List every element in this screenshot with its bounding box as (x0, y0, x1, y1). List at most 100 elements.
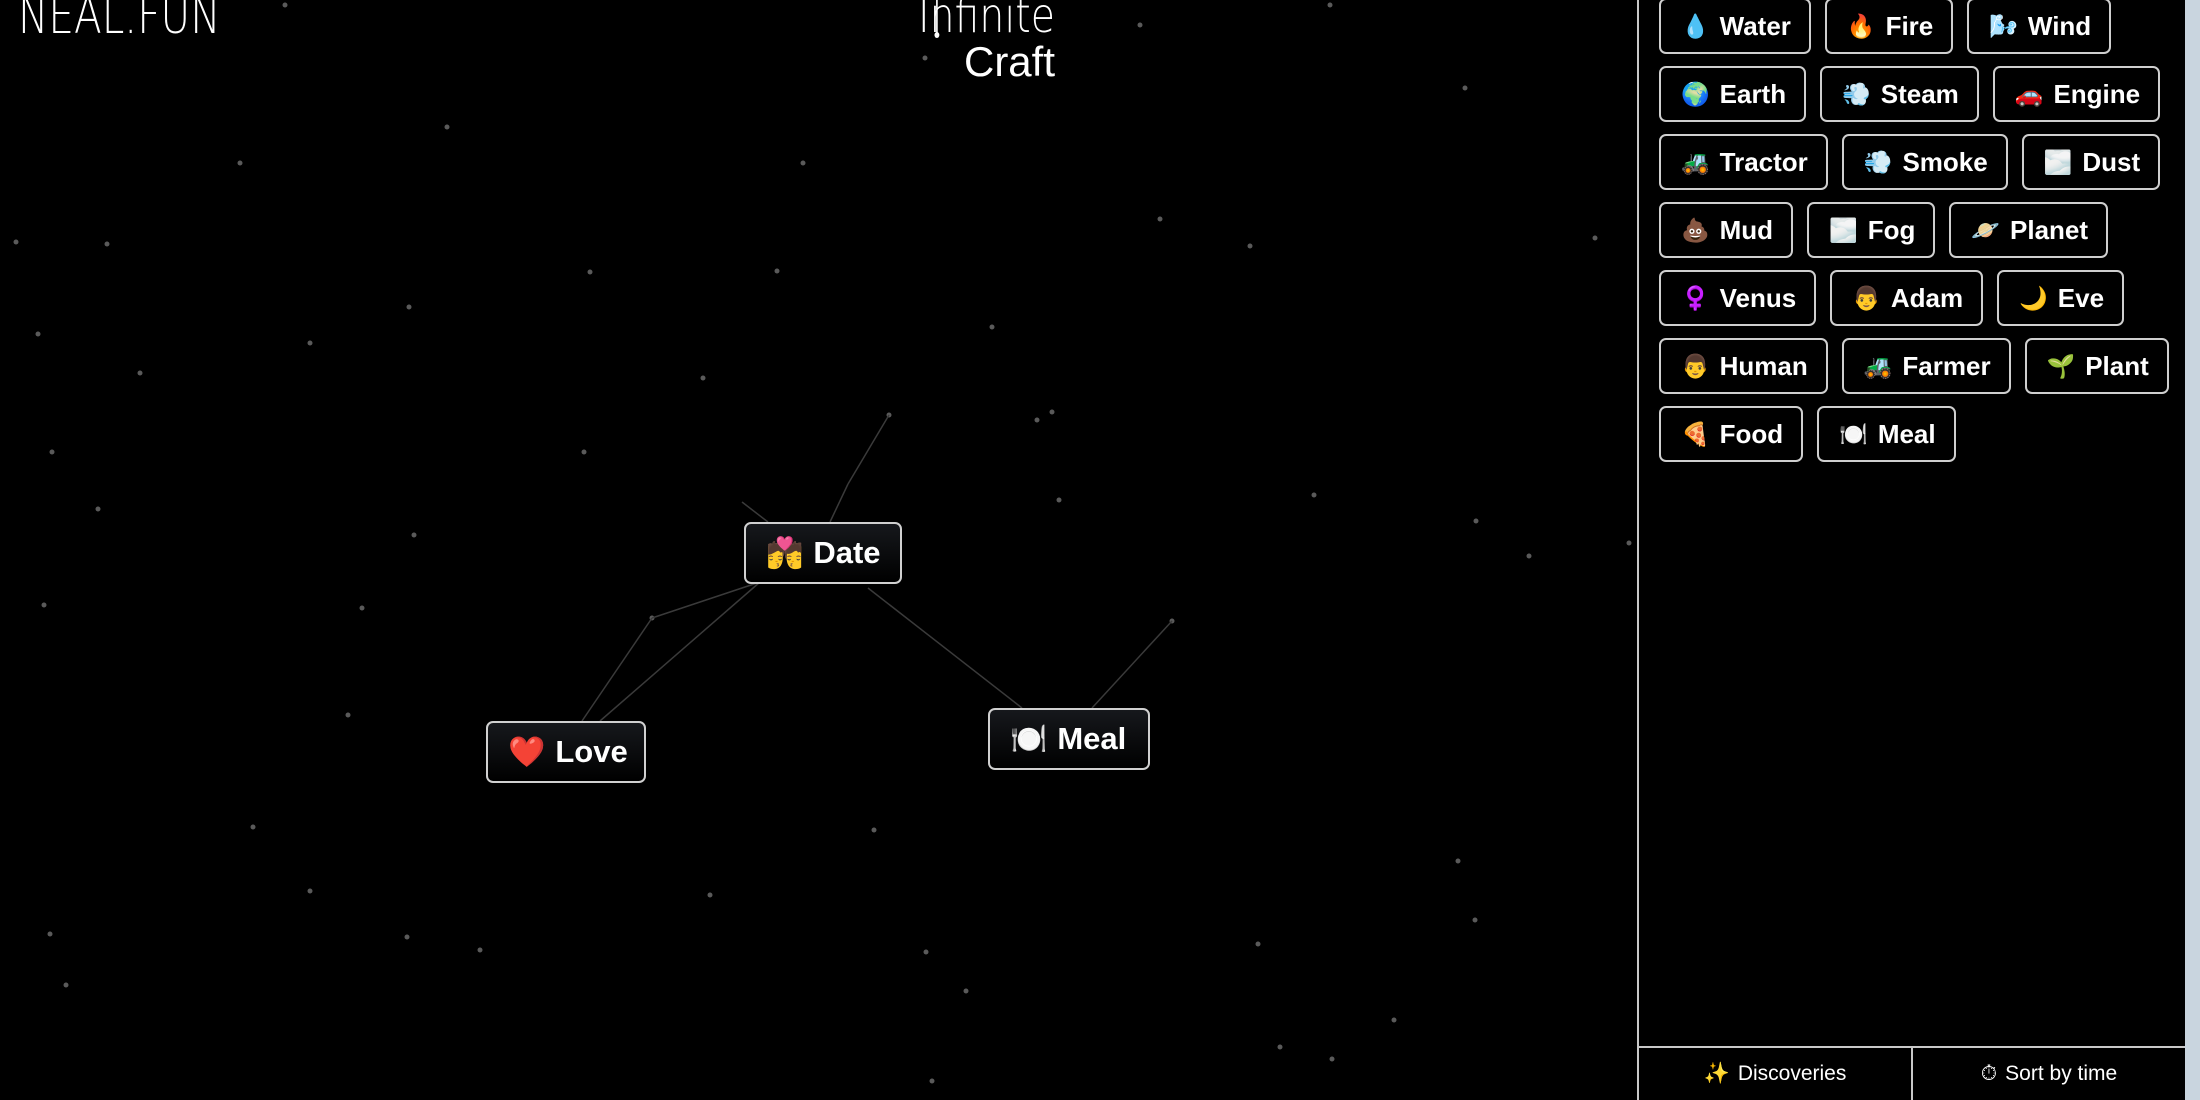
sidebar-item-earth[interactable]: 🌍 Earth (1659, 66, 1807, 122)
sidebar-item-label: Wind (2027, 10, 2092, 41)
sidebar-item-fire[interactable]: 🔥 Fire (1824, 0, 1954, 54)
sidebar-item-food[interactable]: 🍕 Food (1659, 406, 1804, 462)
sidebar-item-wind[interactable]: 🌬️ Wind (1967, 0, 2112, 54)
droplet-icon: 💧 (1681, 12, 1710, 39)
star-dot (1391, 1017, 1397, 1023)
star-dot (1157, 216, 1163, 222)
sidebar-item-engine[interactable]: 🚗 Engine (1992, 66, 2161, 122)
sidebar-item-eve[interactable]: 🌙 Eve (1997, 270, 2125, 326)
star-dot (49, 449, 55, 455)
female-sign-icon: ♀️ (1681, 284, 1710, 311)
sidebar-item-label: Engine (2053, 78, 2141, 109)
sidebar-item-label: Venus (1719, 282, 1797, 313)
star-dot (307, 340, 313, 346)
crescent-moon-icon: 🌙 (2019, 284, 2048, 311)
sidebar-item-label: Human (1719, 350, 1808, 381)
app-title: Infinite Craft (888, 0, 1055, 84)
star-dot (1034, 417, 1040, 423)
star-dot (1473, 518, 1479, 524)
star-dot (250, 824, 256, 830)
fog-icon: 🌫️ (1829, 216, 1858, 243)
star-dot (477, 947, 483, 953)
globe-icon: 🌍 (1681, 80, 1710, 107)
connection-line (847, 414, 890, 485)
sidebar-item-meal[interactable]: 🍽️ Meal (1817, 406, 1956, 462)
sidebar-item-label: Planet (2010, 214, 2089, 245)
connection-line (1091, 620, 1173, 709)
star-dot (963, 988, 969, 994)
star-dot (1329, 1056, 1335, 1062)
dash-icon: 💨 (1842, 80, 1871, 107)
scrollbar[interactable] (2185, 0, 2200, 1100)
sidebar-item-label: Adam (1890, 282, 1964, 313)
canvas-item-label: Date (813, 535, 881, 570)
wind-face-icon: 🌬️ (1989, 12, 2018, 39)
star-dot (1327, 2, 1333, 8)
star-dot (1626, 540, 1632, 546)
sidebar-item-plant[interactable]: 🌱 Plant (2024, 338, 2169, 394)
item-list: 💧 Water 🔥 Fire 🌬️ Wind 🌍 Earth 💨 Steam 🚗 Engine 🚜 Tra… (1659, 0, 2179, 462)
sidebar-item-human[interactable]: 👨 Human (1659, 338, 1828, 394)
star-dot (1311, 492, 1317, 498)
sort-label: Sort by time (2005, 1062, 2118, 1085)
star-dot (774, 268, 780, 274)
canvas-item-meal[interactable]: 🍽️ Meal (988, 708, 1150, 770)
star-dot (1455, 858, 1461, 864)
star-dot (411, 532, 417, 538)
sidebar-item-planet[interactable]: 🪐 Planet (1949, 202, 2109, 258)
star-dot (871, 827, 877, 833)
canvas-item-love[interactable]: ❤️ Love (486, 721, 646, 783)
star-dot (707, 892, 713, 898)
star-dot (104, 241, 110, 247)
sidebar-item-label: Mud (1719, 214, 1774, 245)
star-dot (1526, 553, 1532, 559)
star-dot (1462, 85, 1468, 91)
plate-icon: 🍽️ (1839, 420, 1868, 447)
sidebar-item-label: Fire (1885, 10, 1934, 41)
star-dot (1277, 1044, 1283, 1050)
title-craft: Craft (963, 38, 1055, 85)
star-dot (1592, 235, 1598, 241)
sidebar-footer: ✨ Discoveries ⏱ Sort by time (1639, 1046, 2185, 1100)
sidebar-item-fog[interactable]: 🌫️ Fog (1807, 202, 1936, 258)
sidebar-item-label: Water (1719, 10, 1791, 41)
sidebar-item-venus[interactable]: ♀️ Venus (1659, 270, 1817, 326)
discoveries-button[interactable]: ✨ Discoveries (1639, 1048, 1911, 1100)
sidebar-item-tractor[interactable]: 🚜 Tractor (1659, 134, 1828, 190)
star-dot (282, 2, 288, 8)
pizza-icon: 🍕 (1681, 420, 1710, 447)
sidebar-item-label: Tractor (1719, 146, 1808, 177)
star-dot (989, 324, 995, 330)
star-dot (359, 605, 365, 611)
sidebar-item-label: Steam (1880, 78, 1959, 109)
sidebar-item-mud[interactable]: 💩 Mud (1659, 202, 1794, 258)
canvas-item-label: Meal (1057, 721, 1127, 756)
sidebar-item-smoke[interactable]: 💨 Smoke (1841, 134, 2008, 190)
connection-line (829, 483, 849, 523)
star-dot (404, 934, 410, 940)
star-dot (929, 1078, 935, 1084)
sidebar-item-water[interactable]: 💧 Water (1659, 0, 1811, 54)
sort-by-time-button[interactable]: ⏱ Sort by time (1911, 1048, 2185, 1100)
star-dot (406, 304, 412, 310)
tractor-icon: 🚜 (1863, 352, 1893, 379)
star-dot (1137, 22, 1143, 28)
title-infinite: Infinite (918, 0, 1055, 40)
sidebar-item-farmer[interactable]: 🚜 Farmer (1841, 338, 2011, 394)
sparkles-icon: ✨ (1703, 1062, 1730, 1085)
sidebar-item-steam[interactable]: 💨 Steam (1820, 66, 1979, 122)
sidebar-item-adam[interactable]: 👨 Adam (1830, 270, 1984, 326)
seedling-icon: 🌱 (2046, 352, 2076, 379)
star-dot (1472, 917, 1478, 923)
fog-icon: 🌫️ (2043, 148, 2073, 175)
neal-fun-logo[interactable]: NEAL.FUN (18, 0, 221, 46)
star-dot (307, 888, 313, 894)
man-icon: 👨 (1681, 352, 1710, 379)
tractor-icon: 🚜 (1681, 148, 1710, 175)
canvas-item-date[interactable]: 💏 Date (744, 522, 902, 584)
sidebar-item-dust[interactable]: 🌫️ Dust (2021, 134, 2161, 190)
craft-canvas[interactable]: NEAL.FUN Infinite Craft 💏 Date ❤️ Love 🍽… (0, 0, 1637, 1100)
star-dot (13, 239, 19, 245)
ringed-planet-icon: 🪐 (1971, 216, 2000, 243)
discoveries-label: Discoveries (1737, 1062, 1847, 1085)
